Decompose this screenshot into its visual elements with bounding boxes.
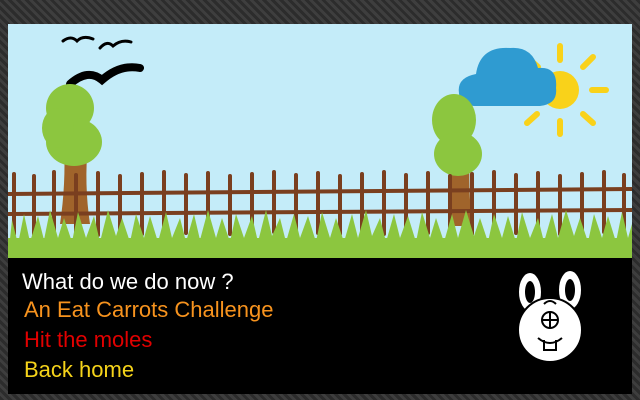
option-hit-moles[interactable]: Hit the moles xyxy=(24,327,152,353)
birds-icon xyxy=(61,35,144,88)
cloud-icon xyxy=(458,47,557,106)
tree-icon xyxy=(42,84,102,224)
rabbit-portrait-icon xyxy=(506,269,595,363)
dialog-question: What do we do now ? xyxy=(22,269,234,294)
game-scene xyxy=(8,24,632,258)
dialog-box: What do we do now ? An Eat Carrots Chall… xyxy=(8,258,632,394)
option-eat-carrots[interactable]: An Eat Carrots Challenge xyxy=(24,297,273,323)
tree-icon xyxy=(432,94,482,226)
option-back-home[interactable]: Back home xyxy=(24,357,134,383)
